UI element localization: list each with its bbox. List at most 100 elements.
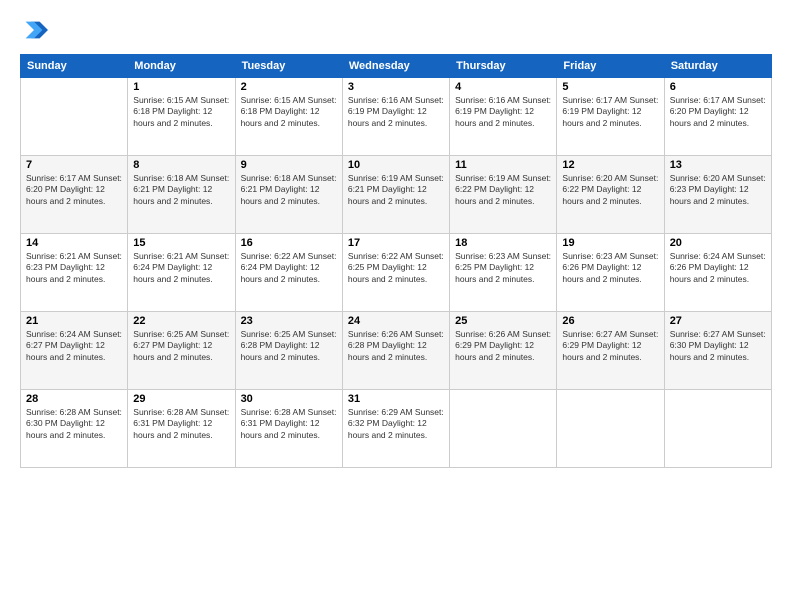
calendar-cell: 30 Sunrise: 6:28 AM Sunset: 6:31 PM Dayli…: [235, 390, 342, 468]
col-header-tuesday: Tuesday: [235, 55, 342, 78]
day-number: 16: [241, 237, 337, 249]
day-info: Sunrise: 6:29 AM Sunset: 6:32 PM Dayligh…: [348, 407, 444, 441]
day-info: Sunrise: 6:21 AM Sunset: 6:23 PM Dayligh…: [26, 251, 122, 285]
day-info: Sunrise: 6:19 AM Sunset: 6:21 PM Dayligh…: [348, 173, 444, 207]
day-number: 6: [670, 81, 766, 93]
calendar-cell: [557, 390, 664, 468]
day-number: 14: [26, 237, 122, 249]
day-info: Sunrise: 6:17 AM Sunset: 6:19 PM Dayligh…: [562, 95, 658, 129]
calendar-cell: 23 Sunrise: 6:25 AM Sunset: 6:28 PM Dayli…: [235, 312, 342, 390]
day-info: Sunrise: 6:28 AM Sunset: 6:31 PM Dayligh…: [241, 407, 337, 441]
calendar-header-row: SundayMondayTuesdayWednesdayThursdayFrid…: [21, 55, 772, 78]
calendar-cell: [664, 390, 771, 468]
calendar-cell: 26 Sunrise: 6:27 AM Sunset: 6:29 PM Dayli…: [557, 312, 664, 390]
day-info: Sunrise: 6:17 AM Sunset: 6:20 PM Dayligh…: [670, 95, 766, 129]
day-info: Sunrise: 6:25 AM Sunset: 6:28 PM Dayligh…: [241, 329, 337, 363]
calendar-cell: 10 Sunrise: 6:19 AM Sunset: 6:21 PM Dayli…: [342, 156, 449, 234]
day-number: 31: [348, 393, 444, 405]
day-number: 11: [455, 159, 551, 171]
day-number: 13: [670, 159, 766, 171]
col-header-sunday: Sunday: [21, 55, 128, 78]
calendar-cell: 12 Sunrise: 6:20 AM Sunset: 6:22 PM Dayli…: [557, 156, 664, 234]
calendar-cell: 5 Sunrise: 6:17 AM Sunset: 6:19 PM Daylig…: [557, 78, 664, 156]
calendar-cell: 20 Sunrise: 6:24 AM Sunset: 6:26 PM Dayli…: [664, 234, 771, 312]
day-number: 10: [348, 159, 444, 171]
day-info: Sunrise: 6:24 AM Sunset: 6:27 PM Dayligh…: [26, 329, 122, 363]
calendar-cell: 6 Sunrise: 6:17 AM Sunset: 6:20 PM Daylig…: [664, 78, 771, 156]
day-number: 30: [241, 393, 337, 405]
day-info: Sunrise: 6:16 AM Sunset: 6:19 PM Dayligh…: [348, 95, 444, 129]
day-info: Sunrise: 6:23 AM Sunset: 6:25 PM Dayligh…: [455, 251, 551, 285]
day-info: Sunrise: 6:27 AM Sunset: 6:30 PM Dayligh…: [670, 329, 766, 363]
calendar-cell: 28 Sunrise: 6:28 AM Sunset: 6:30 PM Dayli…: [21, 390, 128, 468]
day-info: Sunrise: 6:18 AM Sunset: 6:21 PM Dayligh…: [241, 173, 337, 207]
calendar-week-row: 1 Sunrise: 6:15 AM Sunset: 6:18 PM Daylig…: [21, 78, 772, 156]
day-info: Sunrise: 6:17 AM Sunset: 6:20 PM Dayligh…: [26, 173, 122, 207]
day-number: 12: [562, 159, 658, 171]
calendar-week-row: 14 Sunrise: 6:21 AM Sunset: 6:23 PM Dayli…: [21, 234, 772, 312]
calendar-cell: 7 Sunrise: 6:17 AM Sunset: 6:20 PM Daylig…: [21, 156, 128, 234]
day-number: 29: [133, 393, 229, 405]
calendar-week-row: 28 Sunrise: 6:28 AM Sunset: 6:30 PM Dayli…: [21, 390, 772, 468]
calendar-cell: 15 Sunrise: 6:21 AM Sunset: 6:24 PM Dayli…: [128, 234, 235, 312]
logo-icon: [20, 16, 48, 44]
day-info: Sunrise: 6:25 AM Sunset: 6:27 PM Dayligh…: [133, 329, 229, 363]
day-number: 3: [348, 81, 444, 93]
calendar-cell: 29 Sunrise: 6:28 AM Sunset: 6:31 PM Dayli…: [128, 390, 235, 468]
calendar-table: SundayMondayTuesdayWednesdayThursdayFrid…: [20, 54, 772, 468]
calendar-cell: 2Sunrise: 6:15 AM Sunset: 6:18 PM Daylig…: [235, 78, 342, 156]
day-number: 1: [133, 81, 229, 93]
calendar-cell: 13Sunrise: 6:20 AM Sunset: 6:23 PM Dayli…: [664, 156, 771, 234]
day-info: Sunrise: 6:22 AM Sunset: 6:25 PM Dayligh…: [348, 251, 444, 285]
day-number: 4: [455, 81, 551, 93]
calendar-cell: 16 Sunrise: 6:22 AM Sunset: 6:24 PM Dayli…: [235, 234, 342, 312]
day-info: Sunrise: 6:22 AM Sunset: 6:24 PM Dayligh…: [241, 251, 337, 285]
day-info: Sunrise: 6:26 AM Sunset: 6:29 PM Dayligh…: [455, 329, 551, 363]
day-info: Sunrise: 6:28 AM Sunset: 6:30 PM Dayligh…: [26, 407, 122, 441]
calendar-cell: 21Sunrise: 6:24 AM Sunset: 6:27 PM Dayli…: [21, 312, 128, 390]
day-number: 17: [348, 237, 444, 249]
calendar-cell: 18 Sunrise: 6:23 AM Sunset: 6:25 PM Dayli…: [450, 234, 557, 312]
day-info: Sunrise: 6:28 AM Sunset: 6:31 PM Dayligh…: [133, 407, 229, 441]
day-info: Sunrise: 6:24 AM Sunset: 6:26 PM Dayligh…: [670, 251, 766, 285]
day-number: 25: [455, 315, 551, 327]
col-header-saturday: Saturday: [664, 55, 771, 78]
calendar-cell: 4 Sunrise: 6:16 AM Sunset: 6:19 PM Daylig…: [450, 78, 557, 156]
calendar-cell: 14 Sunrise: 6:21 AM Sunset: 6:23 PM Dayli…: [21, 234, 128, 312]
day-number: 22: [133, 315, 229, 327]
day-number: 5: [562, 81, 658, 93]
day-info: Sunrise: 6:20 AM Sunset: 6:22 PM Dayligh…: [562, 173, 658, 207]
day-info: Sunrise: 6:27 AM Sunset: 6:29 PM Dayligh…: [562, 329, 658, 363]
col-header-friday: Friday: [557, 55, 664, 78]
header: [20, 16, 772, 44]
calendar-cell: 8 Sunrise: 6:18 AM Sunset: 6:21 PM Daylig…: [128, 156, 235, 234]
calendar-cell: 17 Sunrise: 6:22 AM Sunset: 6:25 PM Dayli…: [342, 234, 449, 312]
col-header-thursday: Thursday: [450, 55, 557, 78]
page: SundayMondayTuesdayWednesdayThursdayFrid…: [0, 0, 792, 612]
day-number: 18: [455, 237, 551, 249]
day-number: 28: [26, 393, 122, 405]
day-number: 26: [562, 315, 658, 327]
calendar-cell: 22 Sunrise: 6:25 AM Sunset: 6:27 PM Dayli…: [128, 312, 235, 390]
day-number: 23: [241, 315, 337, 327]
day-number: 20: [670, 237, 766, 249]
day-info: Sunrise: 6:23 AM Sunset: 6:26 PM Dayligh…: [562, 251, 658, 285]
day-info: Sunrise: 6:21 AM Sunset: 6:24 PM Dayligh…: [133, 251, 229, 285]
day-info: Sunrise: 6:26 AM Sunset: 6:28 PM Dayligh…: [348, 329, 444, 363]
day-number: 15: [133, 237, 229, 249]
day-info: Sunrise: 6:15 AM Sunset: 6:18 PM Dayligh…: [133, 95, 229, 129]
calendar-cell: 11Sunrise: 6:19 AM Sunset: 6:22 PM Dayli…: [450, 156, 557, 234]
day-info: Sunrise: 6:15 AM Sunset: 6:18 PM Dayligh…: [241, 95, 337, 129]
day-number: 24: [348, 315, 444, 327]
calendar-cell: 3 Sunrise: 6:16 AM Sunset: 6:19 PM Daylig…: [342, 78, 449, 156]
day-number: 7: [26, 159, 122, 171]
calendar-cell: 25 Sunrise: 6:26 AM Sunset: 6:29 PM Dayli…: [450, 312, 557, 390]
day-info: Sunrise: 6:18 AM Sunset: 6:21 PM Dayligh…: [133, 173, 229, 207]
day-number: 8: [133, 159, 229, 171]
calendar-cell: 19Sunrise: 6:23 AM Sunset: 6:26 PM Dayli…: [557, 234, 664, 312]
day-info: Sunrise: 6:16 AM Sunset: 6:19 PM Dayligh…: [455, 95, 551, 129]
calendar-cell: 24 Sunrise: 6:26 AM Sunset: 6:28 PM Dayli…: [342, 312, 449, 390]
calendar-cell: 27Sunrise: 6:27 AM Sunset: 6:30 PM Dayli…: [664, 312, 771, 390]
calendar-cell: 9 Sunrise: 6:18 AM Sunset: 6:21 PM Daylig…: [235, 156, 342, 234]
day-number: 9: [241, 159, 337, 171]
